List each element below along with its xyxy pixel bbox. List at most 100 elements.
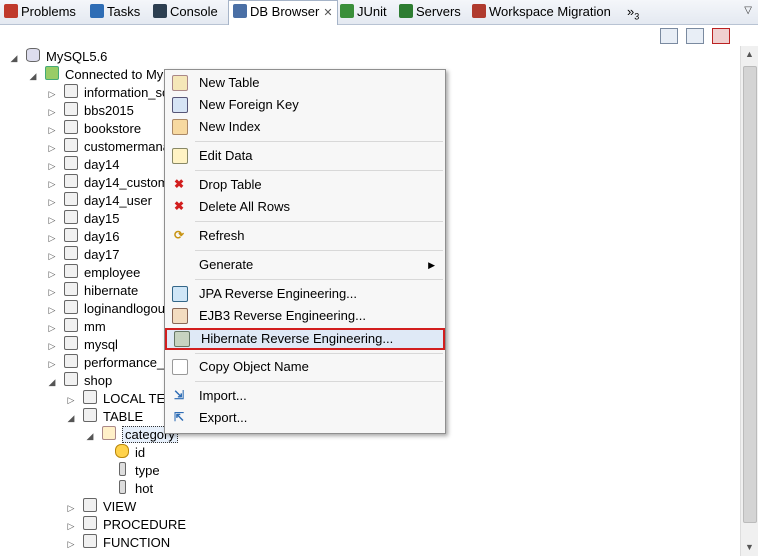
collapsed-icon[interactable]: ▷ (46, 229, 58, 247)
collapsed-icon[interactable]: ▷ (46, 247, 58, 265)
tab-workspace-migration[interactable]: Workspace Migration (472, 1, 611, 23)
collapsed-icon[interactable]: ▷ (46, 85, 58, 103)
menu-item-ejb3-reverse-engineering[interactable]: EJB3 Reverse Engineering... (165, 305, 445, 327)
schema-icon (64, 210, 78, 224)
tree-node-database[interactable]: ▷ mm (46, 318, 106, 336)
tree-node-database[interactable]: ▷ day15 (46, 210, 119, 228)
close-icon[interactable]: ✕ (323, 7, 332, 19)
edit-connection-icon[interactable] (686, 28, 704, 44)
tree-node-procedure[interactable]: ▷ PROCEDURE (65, 516, 186, 534)
tree-node-database[interactable]: ▷ day14 (46, 156, 119, 174)
schema-icon (64, 318, 78, 332)
tree-node-column-id[interactable]: id (115, 444, 145, 462)
tab-console[interactable]: Console (153, 1, 218, 23)
collapsed-icon[interactable]: ▷ (65, 535, 77, 553)
collapsed-icon[interactable]: ▷ (46, 157, 58, 175)
collapsed-icon[interactable]: ▷ (46, 355, 58, 373)
scroll-up-icon[interactable]: ▲ (741, 46, 758, 63)
collapsed-icon[interactable]: ▷ (46, 301, 58, 319)
collapsed-icon[interactable]: ▷ (46, 193, 58, 211)
disconnect-icon[interactable] (712, 28, 730, 44)
menu-item-hibernate-reverse-engineering[interactable]: Hibernate Reverse Engineering... (165, 328, 445, 350)
tree-node-database[interactable]: ▷ mysql (46, 336, 118, 354)
expanded-icon[interactable]: ◢ (46, 373, 58, 391)
tab-tasks[interactable]: Tasks (90, 1, 140, 23)
tab-db-browser[interactable]: DB Browser ✕ (228, 0, 338, 25)
collapsed-icon[interactable]: ▷ (46, 139, 58, 157)
expanded-icon[interactable]: ◢ (84, 427, 96, 445)
tree-node-function[interactable]: ▷ FUNCTION (65, 534, 170, 552)
db-browser-icon (233, 4, 247, 18)
drop-table-icon: ✖ (173, 177, 185, 191)
folder-icon (83, 408, 97, 422)
collapsed-icon[interactable]: ▷ (46, 103, 58, 121)
tab-problems[interactable]: Problems (4, 1, 76, 23)
jpa-icon (172, 286, 188, 302)
menu-item-generate[interactable]: Generate ▶ (165, 254, 445, 276)
tree-node-database[interactable]: ▷ employee (46, 264, 140, 282)
tree-node-column-type[interactable]: type (115, 462, 160, 480)
tree-node-column-hot[interactable]: hot (115, 480, 153, 498)
tree-node-database[interactable]: ▷ day17 (46, 246, 119, 264)
tree-node-root[interactable]: ◢ MySQL5.6 (8, 48, 107, 66)
menu-item-refresh[interactable]: ⟳ Refresh (165, 225, 445, 247)
expanded-icon[interactable]: ◢ (8, 49, 20, 67)
tree-node-database[interactable]: ▷ day16 (46, 228, 119, 246)
collapsed-icon[interactable]: ▷ (46, 337, 58, 355)
menu-item-jpa-reverse-engineering[interactable]: JPA Reverse Engineering... (165, 283, 445, 305)
tree-node-database[interactable]: ▷ loginandlogou (46, 300, 165, 318)
collapsed-icon[interactable]: ▷ (46, 211, 58, 229)
tree-node-table[interactable]: ◢ TABLE (65, 408, 143, 426)
menu-item-new-index[interactable]: New Index (165, 116, 445, 138)
folder-icon (83, 534, 97, 548)
collapsed-icon[interactable]: ▷ (65, 499, 77, 517)
collapsed-icon[interactable]: ▷ (46, 175, 58, 193)
menu-item-import[interactable]: ⇲ Import... (165, 385, 445, 407)
export-icon: ⇱ (173, 410, 185, 424)
tree-node-database[interactable]: ▷ bbs2015 (46, 102, 134, 120)
tree-node-database[interactable]: ▷ performance_ (46, 354, 164, 372)
menu-item-export[interactable]: ⇱ Export... (165, 407, 445, 429)
collapsed-icon[interactable]: ▷ (46, 121, 58, 139)
collapsed-icon[interactable]: ▷ (65, 517, 77, 535)
view-toolbar (652, 28, 730, 47)
tree-node-local-temp[interactable]: ▷ LOCAL TEM (65, 390, 176, 408)
new-connection-icon[interactable] (660, 28, 678, 44)
schema-icon (64, 246, 78, 260)
tree-node-database[interactable]: ▷ customermana (46, 138, 170, 156)
tab-servers[interactable]: Servers (399, 1, 461, 23)
delete-all-rows-icon: ✖ (173, 199, 185, 213)
menu-separator (195, 381, 443, 382)
tree-node-database[interactable]: ▷ bookstore (46, 120, 141, 138)
collapsed-icon[interactable]: ▷ (65, 391, 77, 409)
view-menu-chevron-icon[interactable]: ▽ (744, 5, 752, 16)
tree-node-database[interactable]: ▷ information_sc (46, 84, 169, 102)
collapsed-icon[interactable]: ▷ (46, 319, 58, 337)
tree-node-database[interactable]: ▷ hibernate (46, 282, 138, 300)
expanded-icon[interactable]: ◢ (65, 409, 77, 427)
menu-item-new-foreign-key[interactable]: New Foreign Key (165, 94, 445, 116)
collapsed-icon[interactable]: ▷ (46, 265, 58, 283)
servers-icon (399, 4, 413, 18)
schema-icon (64, 192, 78, 206)
expanded-icon[interactable]: ◢ (27, 67, 39, 85)
menu-item-edit-data[interactable]: Edit Data (165, 145, 445, 167)
folder-icon (83, 390, 97, 404)
tab-overflow[interactable]: »3 (627, 1, 639, 23)
tree-node-shop[interactable]: ◢ shop (46, 372, 112, 390)
menu-item-drop-table[interactable]: ✖ Drop Table (165, 174, 445, 196)
tree-node-connection[interactable]: ◢ Connected to My (27, 66, 163, 84)
tab-junit[interactable]: JUnit (340, 1, 387, 23)
tree-node-database[interactable]: ▷ day14_custom (46, 174, 169, 192)
workspace-migration-icon (472, 4, 486, 18)
menu-item-delete-all-rows[interactable]: ✖ Delete All Rows (165, 196, 445, 218)
vertical-scrollbar[interactable]: ▲ ▼ (740, 46, 758, 556)
collapsed-icon[interactable]: ▷ (46, 283, 58, 301)
scrollbar-thumb[interactable] (743, 66, 757, 523)
tree-node-view[interactable]: ▷ VIEW (65, 498, 136, 516)
menu-item-copy-object-name[interactable]: Copy Object Name (165, 356, 445, 378)
tree-node-database[interactable]: ▷ day14_user (46, 192, 152, 210)
primary-key-icon (115, 444, 129, 458)
menu-item-new-table[interactable]: New Table (165, 72, 445, 94)
scroll-down-icon[interactable]: ▼ (741, 539, 758, 556)
